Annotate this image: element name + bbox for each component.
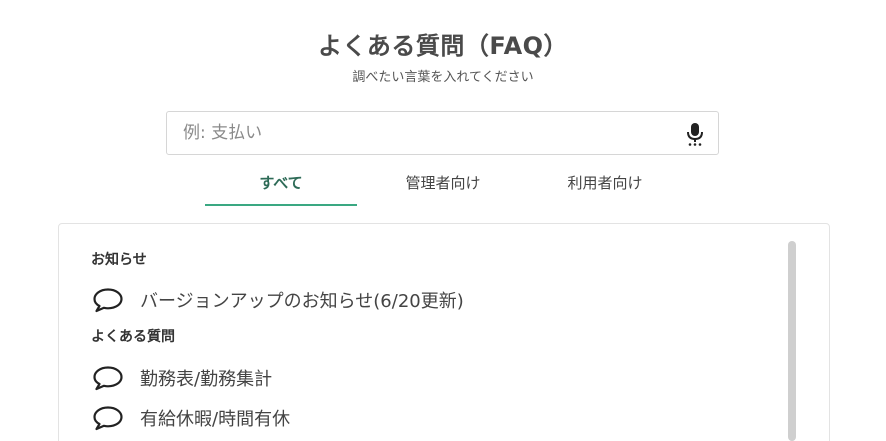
- speech-bubble-icon: [92, 405, 124, 431]
- faq-page: よくある質問（FAQ） 調べたい言葉を入れてください すべて 管理者向け 利用者…: [0, 0, 886, 441]
- section-heading-faq: よくある質問: [91, 329, 175, 345]
- list-item-paid-leave[interactable]: 有給休暇/時間有休: [92, 402, 752, 432]
- list-item-version-up[interactable]: バージョンアップのお知らせ(6/20更新): [92, 284, 752, 314]
- microphone-icon[interactable]: [685, 122, 705, 146]
- list-item-label: バージョンアップのお知らせ(6/20更新): [140, 291, 464, 312]
- list-item-label: 勤務表/勤務集計: [140, 369, 273, 390]
- list-item-label: 有給休暇/時間有休: [140, 409, 291, 430]
- scrollbar-thumb[interactable]: [788, 241, 796, 441]
- search-input[interactable]: [183, 112, 663, 154]
- list-item-attendance[interactable]: 勤務表/勤務集計: [92, 362, 752, 392]
- tab-admin[interactable]: 管理者向け: [367, 164, 519, 204]
- tab-all[interactable]: すべて: [205, 164, 357, 206]
- speech-bubble-icon: [92, 365, 124, 391]
- section-heading-notice: お知らせ: [91, 252, 147, 268]
- page-subtitle: 調べたい言葉を入れてください: [352, 70, 534, 85]
- scrollbar[interactable]: [788, 241, 796, 441]
- page-title: よくある質問（FAQ）: [317, 32, 569, 60]
- search-box[interactable]: [166, 111, 719, 155]
- tab-user[interactable]: 利用者向け: [529, 164, 681, 204]
- category-tabs: すべて 管理者向け 利用者向け: [205, 164, 685, 206]
- speech-bubble-icon: [92, 287, 124, 313]
